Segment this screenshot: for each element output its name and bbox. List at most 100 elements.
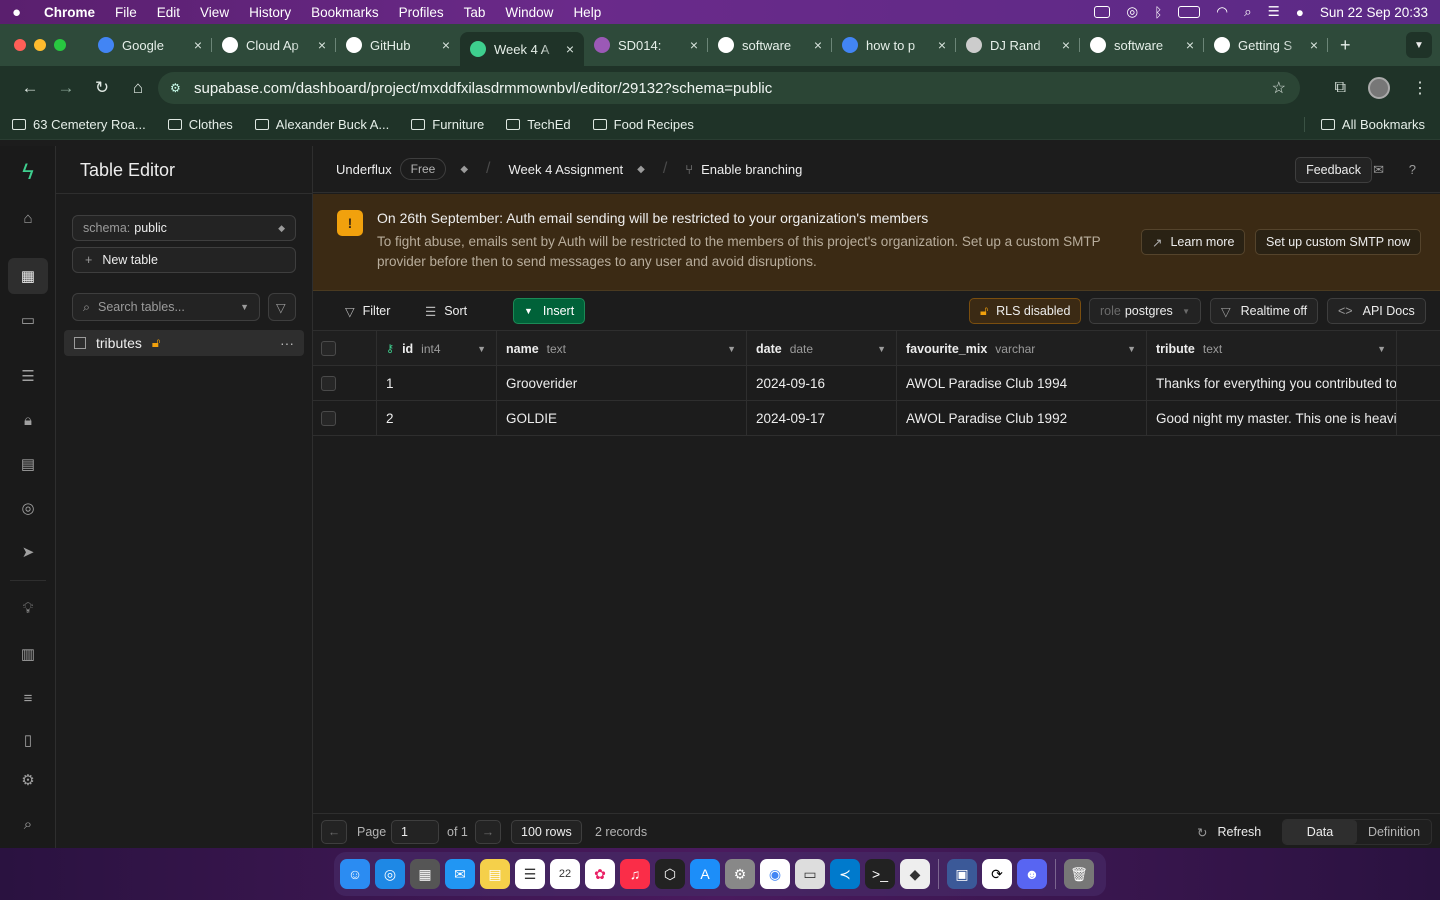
maximize-window-button[interactable] xyxy=(54,39,66,51)
unity-icon[interactable]: ⬡ xyxy=(655,859,685,889)
menu-edit[interactable]: Edit xyxy=(157,5,180,20)
browser-tab[interactable]: DJ Rand × xyxy=(956,30,1080,60)
column-header-id[interactable]: ⚷ id int4 ▼ xyxy=(377,331,497,366)
project-name[interactable]: Week 4 Assignment xyxy=(508,162,623,177)
browser-tab[interactable]: software × xyxy=(708,30,832,60)
supabase-logo-icon[interactable]: ϟ xyxy=(18,159,38,184)
table-editor-icon[interactable]: ▦ xyxy=(8,258,48,294)
chevron-down-icon[interactable]: ▼ xyxy=(727,344,736,354)
close-tab-icon[interactable]: × xyxy=(318,37,326,53)
page-number-input[interactable]: 1 xyxy=(391,820,439,844)
filter-tables-button[interactable]: ▽ xyxy=(268,293,296,321)
system-settings-icon[interactable]: ⚙ xyxy=(725,859,755,889)
storage-icon[interactable]: ▤ xyxy=(18,454,38,474)
sql-editor-icon[interactable]: ▭ xyxy=(18,310,38,330)
app-store-icon[interactable]: A xyxy=(690,859,720,889)
minimize-window-button[interactable] xyxy=(34,39,46,51)
column-header-name[interactable]: name text ▼ xyxy=(497,331,747,366)
bookmark-folder[interactable]: 63 Cemetery Roa... xyxy=(12,117,146,132)
new-tab-button[interactable]: + xyxy=(1340,35,1351,56)
realtime-toggle-button[interactable]: ▽ Realtime off xyxy=(1210,298,1319,324)
column-header-tribute[interactable]: tribute text ▼ xyxy=(1147,331,1397,366)
back-button[interactable]: ← xyxy=(12,78,48,98)
launchpad-icon[interactable]: ▦ xyxy=(410,859,440,889)
api-docs-button[interactable]: <> API Docs xyxy=(1327,298,1426,324)
prev-page-button[interactable]: ← xyxy=(321,820,347,844)
preview-icon[interactable]: ▭ xyxy=(795,859,825,889)
chevron-down-icon[interactable]: ▼ xyxy=(1127,344,1136,354)
home-button[interactable]: ⌂ xyxy=(120,78,156,98)
close-tab-icon[interactable]: × xyxy=(938,37,946,53)
tab-search-button[interactable]: ▼ xyxy=(1406,32,1432,58)
row-checkbox[interactable] xyxy=(321,376,336,391)
org-name[interactable]: Underflux xyxy=(336,162,392,177)
music-icon[interactable]: ♫ xyxy=(620,859,650,889)
reports-icon[interactable]: ▥ xyxy=(18,644,38,664)
siri-icon[interactable]: ● xyxy=(1296,5,1304,20)
url-field[interactable]: ⚙ supabase.com/dashboard/project/mxddfxi… xyxy=(158,72,1300,104)
bookmark-folder[interactable]: Clothes xyxy=(167,117,233,132)
table-list-item[interactable]: tributes 🔓︎ ··· xyxy=(64,330,304,356)
data-view-tab[interactable]: Data xyxy=(1283,820,1357,844)
roblox-icon[interactable]: ◆ xyxy=(900,859,930,889)
advisors-bulb-icon[interactable]: 💡︎ xyxy=(18,598,38,618)
cell-date[interactable]: 2024-09-17 xyxy=(747,401,897,436)
browser-tab[interactable]: GitHub × xyxy=(336,30,460,60)
sync-app-icon[interactable]: ⟳ xyxy=(982,859,1012,889)
setup-smtp-button[interactable]: Set up custom SMTP now xyxy=(1255,229,1422,255)
profile-avatar[interactable] xyxy=(1368,77,1390,99)
browser-tab[interactable]: how to p × xyxy=(832,30,956,60)
cell-id[interactable]: 1 xyxy=(377,366,497,401)
close-tab-icon[interactable]: × xyxy=(566,41,574,57)
reminders-icon[interactable]: ☰ xyxy=(515,859,545,889)
close-tab-icon[interactable]: × xyxy=(1310,37,1318,53)
close-tab-icon[interactable]: × xyxy=(814,37,822,53)
org-switcher-icon[interactable]: ◆ xyxy=(460,164,468,175)
finder-icon[interactable]: ☺ xyxy=(340,859,370,889)
help-icon[interactable]: ? xyxy=(1409,162,1416,177)
browser-tab[interactable]: Week 4 A × xyxy=(460,32,584,66)
bookmark-folder[interactable]: TechEd xyxy=(506,117,571,132)
menu-bookmarks[interactable]: Bookmarks xyxy=(311,5,379,20)
realtime-icon[interactable]: ◎ xyxy=(18,498,38,518)
bookmark-folder[interactable]: Furniture xyxy=(411,117,484,132)
definition-view-tab[interactable]: Definition xyxy=(1357,820,1431,844)
safari-icon[interactable]: ◎ xyxy=(375,859,405,889)
close-tab-icon[interactable]: × xyxy=(194,37,202,53)
cell-favourite-mix[interactable]: AWOL Paradise Club 1994 xyxy=(897,366,1147,401)
mail-icon[interactable]: ✉ xyxy=(445,859,475,889)
database-icon[interactable]: ☰ xyxy=(18,366,38,386)
headphones-icon[interactable]: ◎ xyxy=(1126,4,1138,20)
search-tables-input[interactable]: ⌕ Search tables... ▼ xyxy=(72,293,260,321)
terminal-icon[interactable]: >_ xyxy=(865,859,895,889)
chrome-menu-icon[interactable]: ⋮ xyxy=(1412,78,1428,98)
sort-button[interactable]: ☰ Sort xyxy=(415,298,477,324)
bookmark-folder[interactable]: Food Recipes xyxy=(592,117,694,132)
new-table-button[interactable]: + New table xyxy=(72,247,296,273)
cell-favourite-mix[interactable]: AWOL Paradise Club 1992 xyxy=(897,401,1147,436)
browser-tab[interactable]: Cloud Ap × xyxy=(212,30,336,60)
chevron-down-icon[interactable]: ▼ xyxy=(877,344,886,354)
row-checkbox[interactable] xyxy=(321,411,336,426)
apple-icon[interactable]: ● xyxy=(12,4,26,21)
browser-tab[interactable]: SD014: × xyxy=(584,30,708,60)
browser-tab[interactable]: software × xyxy=(1080,30,1204,60)
menu-profiles[interactable]: Profiles xyxy=(399,5,444,20)
logs-icon[interactable]: ≡ xyxy=(18,688,38,708)
project-switcher-icon[interactable]: ◆ xyxy=(637,164,645,175)
feedback-button[interactable]: Feedback xyxy=(1295,157,1372,183)
reload-button[interactable]: ↻ xyxy=(84,78,120,98)
refresh-button[interactable]: ↻ Refresh xyxy=(1197,820,1261,844)
auth-lock-icon[interactable]: 🔒︎ xyxy=(18,410,38,430)
browser-tab[interactable]: Getting S × xyxy=(1204,30,1328,60)
rls-disabled-button[interactable]: 🔓︎ RLS disabled xyxy=(969,298,1082,324)
bookmark-star-icon[interactable]: ☆ xyxy=(1272,78,1286,98)
screenshot-app-icon[interactable]: ▣ xyxy=(947,859,977,889)
menu-file[interactable]: File xyxy=(115,5,137,20)
chrome-icon[interactable]: ◉ xyxy=(760,859,790,889)
clock[interactable]: Sun 22 Sep 20:33 xyxy=(1320,5,1428,20)
spotlight-icon[interactable]: ⌕ xyxy=(1244,4,1252,20)
control-center-icon[interactable]: ☰ xyxy=(1268,4,1280,20)
edge-functions-icon[interactable]: ➤ xyxy=(18,542,38,562)
search-icon[interactable]: ⌕ xyxy=(18,814,38,834)
